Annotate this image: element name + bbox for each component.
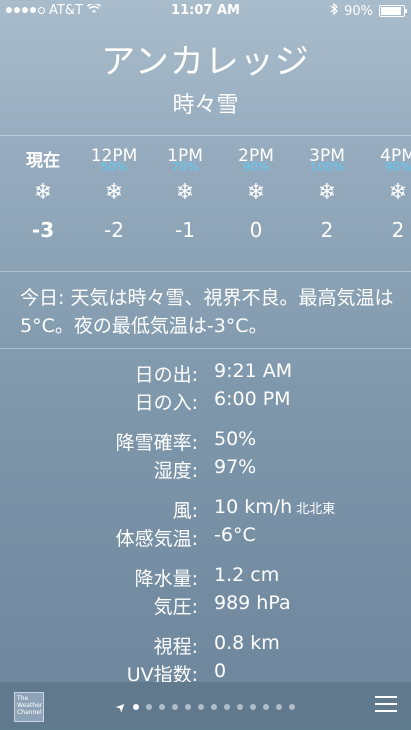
status-bar: AT&T 11:07 AM 90% — [0, 0, 411, 22]
precip-chance: 50% — [100, 160, 128, 174]
city-list-button[interactable] — [375, 696, 397, 717]
detail-value: -6°C — [214, 524, 256, 546]
snow-icon: ❄ — [317, 180, 337, 205]
detail-value: 0 — [214, 660, 226, 682]
hour-column: 1PM 70% ❄ -1 — [150, 146, 220, 242]
detail-value: 1.2 cm — [214, 564, 279, 586]
detail-key: 体感気温: — [115, 528, 198, 550]
page-dot[interactable] — [172, 704, 179, 710]
snow-icon: ❄ — [33, 180, 53, 205]
detail-value-text: 97% — [214, 456, 257, 478]
page-dot[interactable] — [198, 704, 205, 710]
page-dot[interactable] — [146, 704, 153, 710]
list-icon — [375, 696, 397, 698]
detail-value-text: 9:21 AM — [214, 360, 293, 382]
detail-key: 風: — [172, 500, 198, 522]
detail-key: 気圧: — [153, 596, 198, 618]
page-dot[interactable] — [211, 704, 218, 710]
hour-temp: -3 — [31, 218, 55, 242]
detail-row: 体感気温: -6°C — [0, 524, 411, 552]
divider — [0, 348, 411, 349]
page-indicator[interactable]: ➤ — [0, 698, 411, 716]
hour-temp: 2 — [391, 218, 405, 242]
detail-key: 降水量: — [134, 568, 198, 590]
page-dot[interactable] — [250, 704, 257, 710]
bluetooth-icon — [330, 2, 338, 19]
page-dot[interactable] — [237, 704, 244, 710]
detail-value-text: 6:00 PM — [214, 388, 291, 410]
detail-value-text: 989 hPa — [214, 592, 291, 614]
hourly-forecast[interactable]: 現在 ❄ -3 12PM 50% ❄ -2 1PM 70% ❄ -1 2PM 90% ❄ 0 3PM 100% ❄… — [0, 146, 411, 256]
snow-icon: ❄ — [388, 180, 408, 205]
detail-value: 10 km/h 北北東 — [214, 496, 335, 518]
hour-temp: 2 — [320, 218, 334, 242]
precip-chance: 70% — [171, 160, 199, 174]
detail-row: 日の出: 9:21 AM — [0, 360, 411, 388]
battery-percent: 90% — [344, 3, 373, 19]
hour-temp: -2 — [104, 218, 124, 242]
detail-key: 日の入: — [134, 392, 198, 414]
hour-column: 現在 ❄ -3 — [8, 146, 78, 242]
hour-column: 12PM 50% ❄ -2 — [79, 146, 149, 242]
page-dot[interactable] — [224, 704, 231, 710]
hour-column: 2PM 90% ❄ 0 — [221, 146, 291, 242]
detail-row: 湿度: 97% — [0, 456, 411, 484]
page-dot[interactable] — [276, 704, 283, 710]
page-dot[interactable] — [263, 704, 270, 710]
list-icon-line — [375, 703, 397, 705]
snow-icon: ❄ — [104, 180, 124, 205]
detail-value-text: -6°C — [214, 524, 256, 546]
detail-value: 9:21 AM — [214, 360, 292, 382]
page-dot[interactable] — [185, 704, 192, 710]
divider — [0, 271, 411, 272]
detail-value-text: 0.8 km — [214, 632, 280, 654]
divider — [0, 135, 411, 136]
detail-key: 降雪確率: — [115, 432, 198, 454]
battery-icon — [379, 5, 407, 17]
detail-key: 日の出: — [134, 364, 198, 386]
bottom-toolbar: The Weather Channel ➤ — [0, 682, 411, 730]
detail-row: 気圧: 989 hPa — [0, 592, 411, 620]
precip-chance: 100% — [309, 160, 345, 174]
page-dot[interactable] — [289, 704, 296, 710]
detail-row: 風: 10 km/h 北北東 — [0, 496, 411, 524]
detail-value: 50% — [214, 428, 256, 450]
detail-value-text: 1.2 cm — [214, 564, 280, 586]
daily-summary: 今日: 天気は時々雪、視界不良。最高気温は5°C。夜の最低気温は-3°C。 — [20, 287, 394, 337]
status-right: 90% — [330, 2, 407, 19]
snow-icon: ❄ — [246, 180, 266, 205]
location-header: アンカレッジ 時々雪 — [0, 34, 411, 119]
detail-value-text: 50% — [214, 428, 257, 450]
page-dot[interactable] — [133, 704, 140, 710]
location-arrow-icon: ➤ — [112, 698, 130, 716]
wind-direction: 北北東 — [296, 502, 336, 517]
detail-key: 湿度: — [153, 460, 198, 482]
detail-row: 降雪確率: 50% — [0, 428, 411, 456]
detail-value: 989 hPa — [214, 592, 291, 614]
city-name: アンカレッジ — [101, 42, 310, 82]
detail-row: 視程: 0.8 km — [0, 632, 411, 660]
detail-value-text: 0 — [214, 660, 227, 682]
detail-key: 視程: — [153, 636, 198, 658]
precip-chance: 90% — [384, 160, 411, 174]
detail-value: 6:00 PM — [214, 388, 291, 410]
hour-column: 3PM 100% ❄ 2 — [292, 146, 362, 242]
hour-temp: -1 — [175, 218, 195, 242]
detail-value: 0.8 km — [214, 632, 280, 654]
hour-temp: 0 — [249, 218, 263, 242]
precip-chance: 90% — [242, 160, 270, 174]
detail-value: 97% — [214, 456, 256, 478]
detail-value-text: 10 km/h — [214, 496, 293, 518]
detail-row: 降水量: 1.2 cm — [0, 564, 411, 592]
list-icon-line — [375, 710, 397, 712]
hour-column: 4PM 90% ❄ 2 — [363, 146, 411, 242]
page-dot[interactable] — [159, 704, 166, 710]
current-condition: 時々雪 — [172, 93, 239, 118]
snow-icon: ❄ — [175, 180, 195, 205]
detail-row: 日の入: 6:00 PM — [0, 388, 411, 416]
